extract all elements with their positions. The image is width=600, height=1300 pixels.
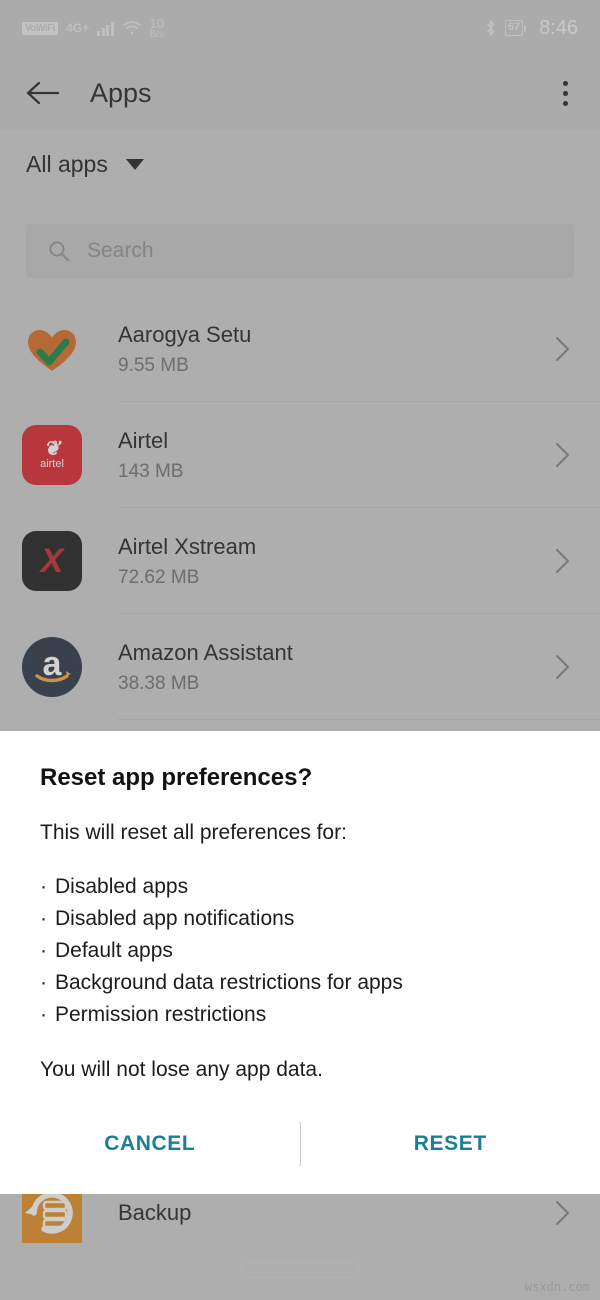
chevron-down-icon — [125, 158, 144, 170]
app-size: 143 MB — [118, 460, 184, 482]
list-item-text: Airtel Xstream 72.62 MB — [118, 534, 256, 589]
search-input[interactable]: Search — [26, 224, 574, 278]
data-rate-value: 10 — [149, 15, 165, 31]
dialog-actions: CANCEL RESET — [0, 1116, 600, 1172]
aarogya-setu-icon — [22, 319, 82, 379]
app-size: 9.55 MB — [118, 354, 189, 376]
home-gesture-bar[interactable] — [240, 1262, 360, 1278]
status-bar-left: VoWiFi 4G+ 10 B/s — [22, 17, 164, 40]
app-filter-dropdown[interactable]: All apps — [0, 130, 600, 198]
airtel-wordmark: airtel — [40, 457, 64, 470]
page-title: Apps — [90, 77, 152, 108]
signal-bars-icon — [97, 21, 114, 36]
overflow-menu-icon[interactable] — [557, 75, 574, 112]
list-divider — [118, 719, 600, 720]
app-name: Amazon Assistant — [118, 639, 293, 665]
dialog-bullet: Permission restrictions — [40, 999, 560, 1031]
battery-indicator: 67 — [504, 20, 527, 36]
amazon-assistant-icon: a — [22, 637, 82, 697]
chevron-right-icon[interactable] — [555, 548, 570, 574]
chevron-right-icon[interactable] — [555, 336, 570, 362]
xstream-glyph: X — [22, 531, 82, 591]
battery-tip — [524, 24, 527, 32]
list-item[interactable]: X Airtel Xstream 72.62 MB — [0, 508, 600, 614]
dialog-bullet: Disabled app notifications — [40, 903, 560, 935]
back-arrow-icon[interactable] — [26, 80, 60, 106]
status-bar-right: 67 8:46 — [484, 17, 578, 40]
list-item-text: Amazon Assistant 38.38 MB — [118, 640, 293, 695]
search-icon — [48, 240, 70, 262]
dialog-bullet: Default apps — [40, 935, 560, 967]
list-item[interactable]: Aarogya Setu 9.55 MB — [0, 296, 600, 402]
data-rate-indicator: 10 B/s — [150, 17, 164, 40]
search-placeholder: Search — [87, 239, 154, 262]
list-item[interactable]: ❦ airtel Airtel 143 MB — [0, 402, 600, 508]
airtel-icon: ❦ airtel — [22, 425, 82, 485]
list-item-text: Backup — [118, 1200, 191, 1226]
app-size: 38.38 MB — [118, 672, 200, 694]
vowifi-badge: VoWiFi — [22, 21, 59, 35]
chevron-right-icon[interactable] — [555, 442, 570, 468]
app-name: Aarogya Setu — [118, 321, 252, 347]
chevron-right-icon[interactable] — [555, 1200, 570, 1226]
airtel-swoosh-glyph: ❦ — [43, 437, 61, 460]
dialog-bullet: Disabled apps — [40, 871, 560, 903]
chevron-right-icon[interactable] — [555, 654, 570, 680]
airtel-xstream-icon: X — [22, 531, 82, 591]
list-item[interactable]: a Amazon Assistant 38.38 MB — [0, 614, 600, 720]
dialog-title: Reset app preferences? — [40, 764, 313, 791]
reset-app-preferences-dialog: Reset app preferences? This will reset a… — [0, 731, 600, 1194]
wifi-icon — [122, 20, 142, 36]
dialog-bullet-list: Disabled apps Disabled app notifications… — [0, 845, 600, 1031]
dialog-lead-text: This will reset all preferences for: — [40, 821, 347, 844]
list-item-text: Aarogya Setu 9.55 MB — [118, 322, 251, 377]
phone-screen: VoWiFi 4G+ 10 B/s 67 8:46 Apps All apps … — [0, 0, 600, 1300]
app-size: 72.62 MB — [118, 566, 200, 588]
app-name: Airtel — [118, 427, 169, 453]
app-bar: Apps — [0, 56, 600, 130]
dialog-tail-text: You will not lose any app data. — [40, 1058, 323, 1081]
status-bar: VoWiFi 4G+ 10 B/s 67 8:46 — [0, 0, 600, 56]
app-filter-label: All apps — [26, 150, 108, 177]
app-list: Aarogya Setu 9.55 MB ❦ airtel Airtel 143… — [0, 296, 600, 720]
bluetooth-icon — [484, 19, 497, 37]
list-item-text: Airtel 143 MB — [118, 428, 183, 483]
app-name: Backup — [118, 1200, 192, 1225]
battery-level-label: 67 — [504, 20, 524, 36]
reset-button[interactable]: RESET — [301, 1118, 600, 1170]
cancel-button[interactable]: CANCEL — [0, 1118, 300, 1170]
dialog-bullet: Background data restrictions for apps — [40, 967, 560, 999]
app-name: Airtel Xstream — [118, 533, 257, 559]
clock-label: 8:46 — [539, 16, 578, 39]
data-rate-unit: B/s — [149, 28, 165, 40]
network-type-label: 4G+ — [66, 21, 90, 35]
watermark-label: wsxdn.com — [524, 1280, 590, 1294]
